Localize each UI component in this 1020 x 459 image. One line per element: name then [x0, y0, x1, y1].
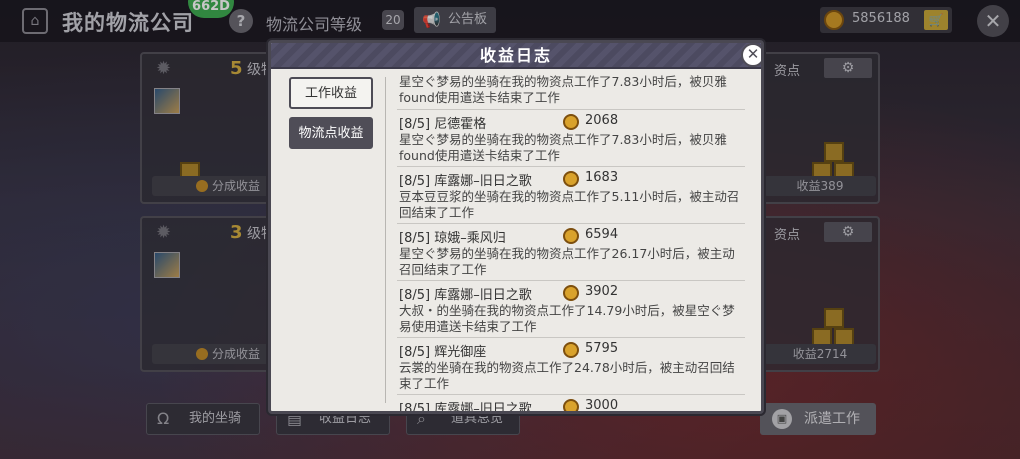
income-log-dialog: 收益日志 ✕ 工作收益 物流点收益 星空ぐ梦易的坐骑在我的物资点工作了7.83小…: [268, 40, 764, 414]
entry-title: [8/5] 库露娜–旧日之歌: [399, 288, 532, 303]
list-item: [8/5] 辉光御座 5795 云裳的坐骑在我的物资点工作了24.78小时后，被…: [397, 338, 745, 395]
entry-title: [8/5] 辉光御座: [399, 345, 487, 360]
entry-title: [8/5] 尼德霍格: [399, 117, 487, 132]
entry-description: 云裳的坐骑在我的物资点工作了24.78小时后，被主动召回结束了工作: [399, 360, 735, 391]
tab-work-income[interactable]: 工作收益: [289, 77, 373, 109]
dialog-title: 收益日志: [479, 46, 552, 65]
coin-icon: [563, 285, 579, 301]
coin-icon: [563, 342, 579, 358]
coin-icon: [563, 114, 579, 130]
entry-amount: 3000: [585, 398, 619, 411]
entry-description: 星空ぐ梦易的坐骑在我的物资点工作了7.83小时后，被贝雅found使用遣送卡结束…: [399, 132, 727, 163]
entry-amount: 1683: [585, 170, 619, 185]
entry-title: [8/5] 库露娜–旧日之歌: [399, 174, 532, 189]
tab-logistics-income[interactable]: 物流点收益: [289, 117, 373, 149]
entry-description: 星空ぐ梦易的坐骑在我的物资点工作了7.83小时后，被贝雅found使用遣送卡结束…: [399, 74, 727, 105]
list-item: [8/5] 库露娜–旧日之歌 1683 豆本豆豆浆的坐骑在我的物资点工作了5.1…: [397, 167, 745, 224]
coin-icon: [563, 228, 579, 244]
list-item: [8/5] 尼德霍格 2068 星空ぐ梦易的坐骑在我的物资点工作了7.83小时后…: [397, 110, 745, 167]
entry-description: 星空ぐ梦易的坐骑在我的物资点工作了26.17小时后，被主动召回结束了工作: [399, 246, 735, 277]
entry-amount: 3902: [585, 284, 619, 299]
entry-title: [8/5] 琼娥–乘风归: [399, 231, 506, 246]
entry-amount: 6594: [585, 227, 619, 242]
dialog-header: 收益日志: [271, 43, 761, 69]
entry-description: 大叔・的坐骑在我的物资点工作了14.79小时后，被星空ぐ梦易使用遣送卡结束了工作: [399, 303, 735, 334]
entry-amount: 5795: [585, 341, 619, 356]
list-item: [8/5] 库露娜–旧日之歌 3902 大叔・的坐骑在我的物资点工作了14.79…: [397, 281, 745, 338]
income-log-list[interactable]: 星空ぐ梦易的坐骑在我的物资点工作了7.83小时后，被贝雅found使用遣送卡结束…: [397, 71, 749, 411]
list-item: [8/5] 琼娥–乘风归 6594 星空ぐ梦易的坐骑在我的物资点工作了26.17…: [397, 224, 745, 281]
list-item: 星空ぐ梦易的坐骑在我的物资点工作了7.83小时后，被贝雅found使用遣送卡结束…: [397, 71, 745, 110]
coin-icon: [563, 171, 579, 187]
close-icon[interactable]: ✕: [741, 43, 761, 67]
coin-icon: [563, 399, 579, 411]
divider: [385, 77, 386, 403]
list-item: [8/5] 库露娜–旧日之歌 3000: [397, 395, 745, 411]
entry-title: [8/5] 库露娜–旧日之歌: [399, 402, 532, 411]
entry-description: 豆本豆豆浆的坐骑在我的物资点工作了5.11小时后，被主动召回结束了工作: [399, 189, 740, 220]
entry-amount: 2068: [585, 113, 619, 128]
